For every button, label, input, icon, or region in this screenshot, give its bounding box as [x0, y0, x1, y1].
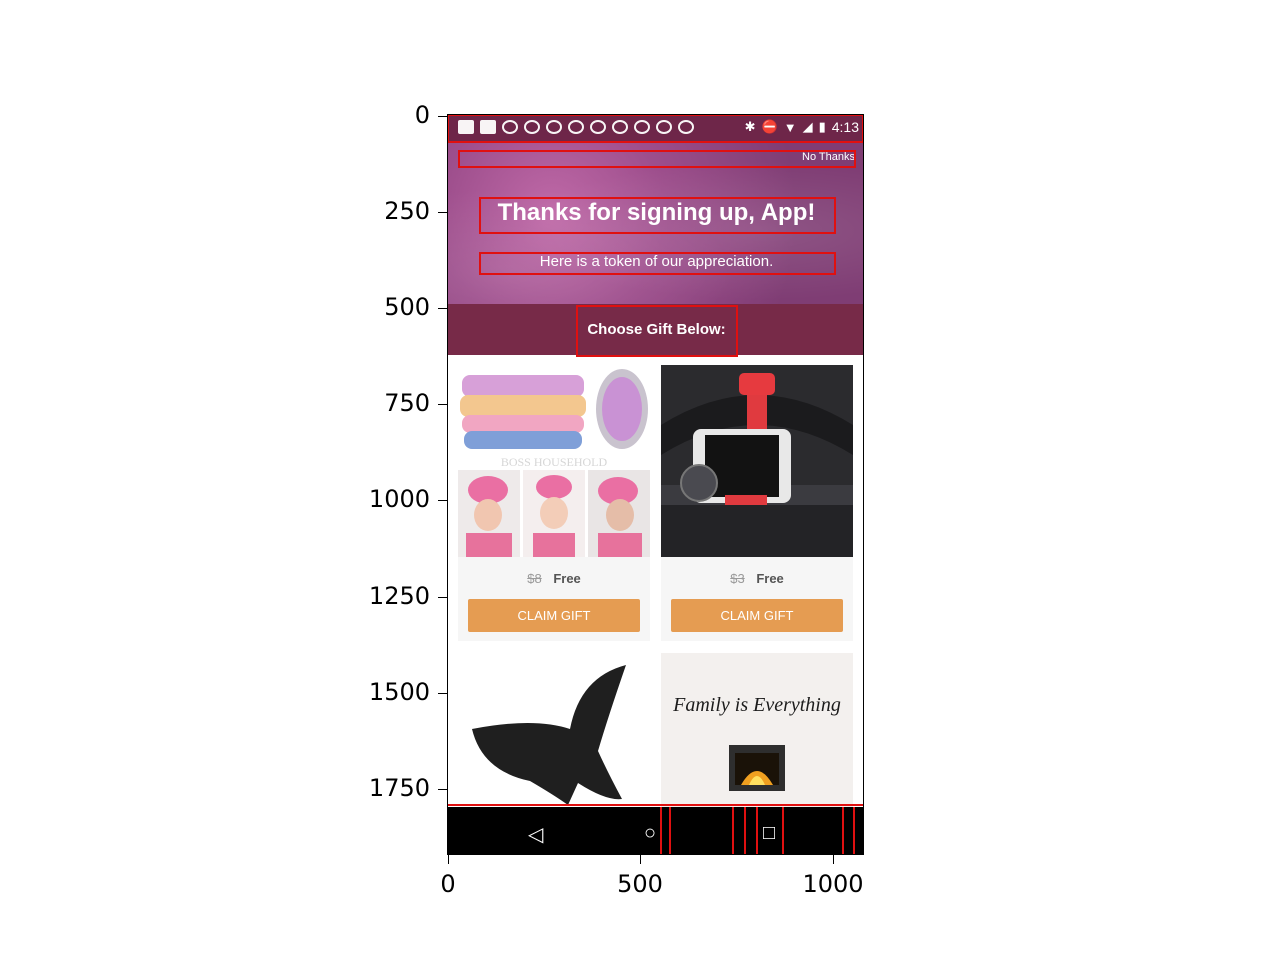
gift-card[interactable]: $3 Free CLAIM GIFT — [661, 365, 853, 641]
annotation-line — [660, 807, 662, 854]
annotation-box — [479, 197, 836, 234]
new-price: Free — [756, 571, 784, 586]
phone-screen: ✱ ⛔ ▼ ◢ ▮ 4:13 No Thanks Thanks for sign… — [447, 114, 864, 855]
old-price: $8 — [527, 571, 542, 586]
navigation-bar: ◁ ○ □ — [448, 807, 863, 854]
x-tick: 1000 — [802, 870, 864, 898]
gift-card[interactable]: BOSS HOUSEHOLD $8 Free CLAIM GIFT — [458, 365, 650, 641]
annotation-line — [756, 807, 758, 854]
x-tick: 500 — [617, 870, 663, 898]
y-tick: 1000 — [368, 485, 430, 513]
annotation-line — [853, 807, 855, 854]
back-icon[interactable]: ◁ — [528, 822, 543, 847]
old-price: $3 — [730, 571, 745, 586]
claim-gift-button[interactable]: CLAIM GIFT — [671, 599, 843, 632]
claim-gift-button[interactable]: CLAIM GIFT — [468, 599, 640, 632]
y-tick: 500 — [384, 293, 430, 321]
annotation-line — [744, 807, 746, 854]
gift-price: $8 Free — [458, 571, 650, 586]
annotation-box — [448, 115, 863, 143]
annotation-line — [782, 807, 784, 854]
towel-watermark: BOSS HOUSEHOLD — [501, 455, 608, 469]
butterfly-product-image — [458, 653, 650, 807]
y-tick: 250 — [384, 197, 430, 225]
y-tick: 750 — [384, 389, 430, 417]
decal-text: Family is Everything — [672, 694, 841, 716]
y-tick: 0 — [414, 101, 430, 129]
annotation-box — [448, 804, 863, 807]
gift-price: $3 Free — [661, 571, 853, 586]
new-price: Free — [553, 571, 581, 586]
annotation-box — [576, 305, 738, 357]
y-tick: 1750 — [368, 774, 430, 802]
annotation-box — [479, 252, 836, 275]
recents-icon[interactable]: □ — [763, 822, 775, 845]
y-tick: 1500 — [368, 678, 430, 706]
wall-decal-product-image: Family is Everything — [661, 653, 853, 807]
towel-product-image: BOSS HOUSEHOLD — [458, 365, 650, 557]
y-tick: 1250 — [368, 582, 430, 610]
annotation-line — [669, 807, 671, 854]
x-tick: 0 — [440, 870, 456, 898]
home-icon[interactable]: ○ — [644, 822, 656, 845]
annotation-box — [458, 150, 856, 168]
annotation-line — [732, 807, 734, 854]
phone-holder-product-image — [661, 365, 853, 557]
annotation-line — [842, 807, 844, 854]
